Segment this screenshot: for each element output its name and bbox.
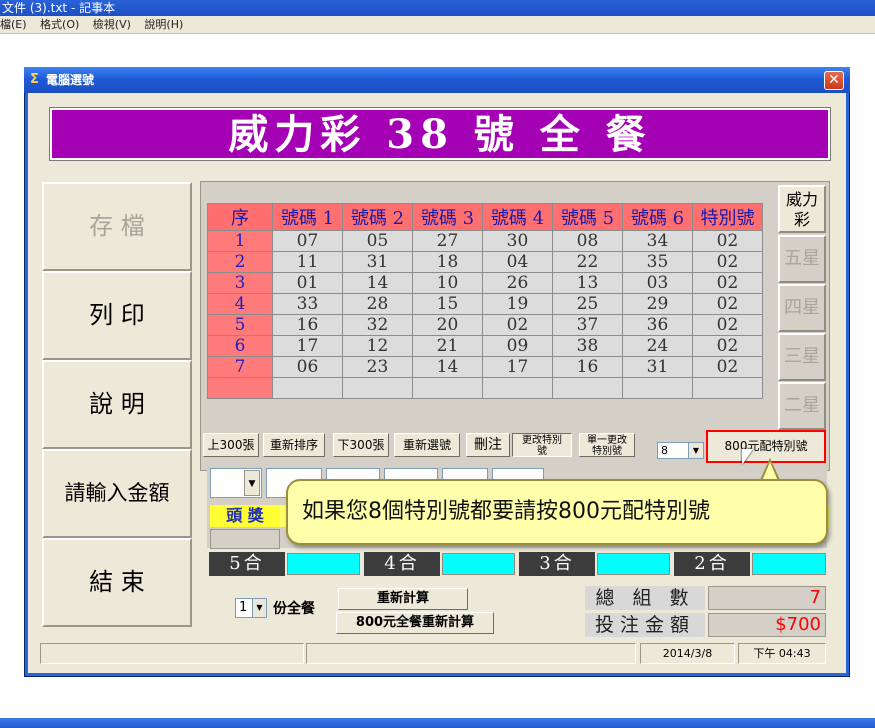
prize-cell [210, 529, 280, 549]
header-special: 特別號 [692, 203, 763, 231]
prev-300-button[interactable]: 上300張 [203, 433, 259, 457]
bet-amount-value: $700 [708, 613, 826, 637]
window-title-bar[interactable]: Σ 電腦選號 [24, 67, 850, 93]
print-button[interactable]: 列 印 [42, 271, 192, 360]
match-3-value [597, 553, 670, 575]
status-date: 2014/3/8 [640, 643, 735, 664]
header-number-4: 號碼 4 [482, 203, 553, 231]
table-row[interactable]: 7 06 23 14 17 16 31 02 [207, 356, 763, 378]
header-index: 序 [207, 203, 273, 231]
tab-power-lottery[interactable]: 威力彩 [778, 185, 826, 233]
page-title-banner: 威力彩 38 號 全 餐 [49, 107, 831, 161]
match-2-value [752, 553, 826, 575]
numbers-grid: 序 號碼 1 號碼 2 號碼 3 號碼 4 號碼 5 號碼 6 特別號 1 07… [207, 203, 763, 399]
change-special-button[interactable]: 更改特別 號 [512, 433, 572, 457]
single-change-special-button[interactable]: 單一更改 特別號 [579, 433, 635, 457]
menu-help[interactable]: 說明(H) [144, 18, 183, 31]
grid-header-row: 序 號碼 1 號碼 2 號碼 3 號碼 4 號碼 5 號碼 6 特別號 [207, 203, 763, 231]
notepad-title-bar: 文件 (3).txt - 記事本 [0, 0, 875, 16]
match-4-label: 4合 [364, 552, 440, 576]
header-number-6: 號碼 6 [622, 203, 693, 231]
menu-edit[interactable]: 檔(E) [0, 18, 27, 31]
table-row[interactable]: 6 17 12 21 09 38 24 02 [207, 335, 763, 357]
help-button[interactable]: 說 明 [42, 360, 192, 449]
head-prize-label: 頭 獎 [210, 505, 280, 527]
sigma-app-icon: Σ [30, 72, 39, 87]
total-groups-value: 7 [708, 586, 826, 610]
menu-view[interactable]: 檢視(V) [93, 18, 131, 31]
table-row[interactable]: 3 01 14 10 26 13 03 02 [207, 272, 763, 294]
exit-button[interactable]: 結 束 [42, 538, 192, 627]
table-row[interactable]: 1 07 05 27 30 08 34 02 [207, 230, 763, 252]
chevron-down-icon[interactable]: ▼ [244, 470, 260, 496]
match-2-label: 2合 [674, 552, 750, 576]
tab-three-star[interactable]: 三星 [778, 333, 826, 381]
delete-bet-button[interactable]: 刪注 [466, 433, 510, 457]
recalculate-800-button[interactable]: 800元全餐重新計算 [336, 612, 494, 634]
tab-two-star[interactable]: 二星 [778, 382, 826, 430]
match-5-value [287, 553, 360, 575]
table-row[interactable] [207, 377, 763, 399]
close-button[interactable]: ✕ [824, 71, 844, 90]
header-number-2: 號碼 2 [342, 203, 413, 231]
match-4-value [442, 553, 515, 575]
save-button[interactable]: 存 檔 [42, 182, 192, 271]
total-groups-label: 總 組 數 [585, 586, 705, 610]
header-number-1: 號碼 1 [272, 203, 343, 231]
copies-select[interactable]: 1 ▼ [235, 598, 267, 618]
match-5-label: 5合 [209, 552, 285, 576]
reselect-button[interactable]: 重新選號 [394, 433, 460, 457]
window-title: 電腦選號 [46, 73, 95, 87]
next-300-button[interactable]: 下300張 [333, 433, 389, 457]
header-number-3: 號碼 3 [412, 203, 483, 231]
status-panel-1 [40, 643, 304, 664]
tab-five-star[interactable]: 五星 [778, 235, 826, 283]
menu-format[interactable]: 格式(O) [40, 18, 79, 31]
taskbar [0, 718, 875, 728]
copies-label: 份全餐 [273, 601, 315, 617]
status-time: 下午 04:43 [738, 643, 826, 664]
enter-amount-button[interactable]: 請輸入金額 [42, 449, 192, 538]
notepad-menu-bar: 檔(E) 格式(O) 檢視(V) 說明(H) [0, 16, 875, 34]
table-row[interactable]: 5 16 32 20 02 37 36 02 [207, 314, 763, 336]
tab-four-star[interactable]: 四星 [778, 284, 826, 332]
status-panel-2 [306, 643, 636, 664]
table-row[interactable]: 2 11 31 18 04 22 35 02 [207, 251, 763, 273]
resort-button[interactable]: 重新排序 [263, 433, 325, 457]
match-3-label: 3合 [519, 552, 595, 576]
mouse-cursor-icon [742, 449, 753, 465]
table-row[interactable]: 4 33 28 15 19 25 29 02 [207, 293, 763, 315]
chevron-down-icon: ▼ [688, 443, 703, 458]
recalculate-button[interactable]: 重新計算 [338, 588, 468, 610]
header-number-5: 號碼 5 [552, 203, 623, 231]
special-count-select[interactable]: 8 ▼ [657, 442, 704, 459]
chevron-down-icon: ▼ [252, 599, 266, 617]
bet-amount-label: 投注金額 [585, 613, 705, 637]
instruction-callout: 如果您8個特別號都要請按800元配特別號 [286, 479, 828, 545]
